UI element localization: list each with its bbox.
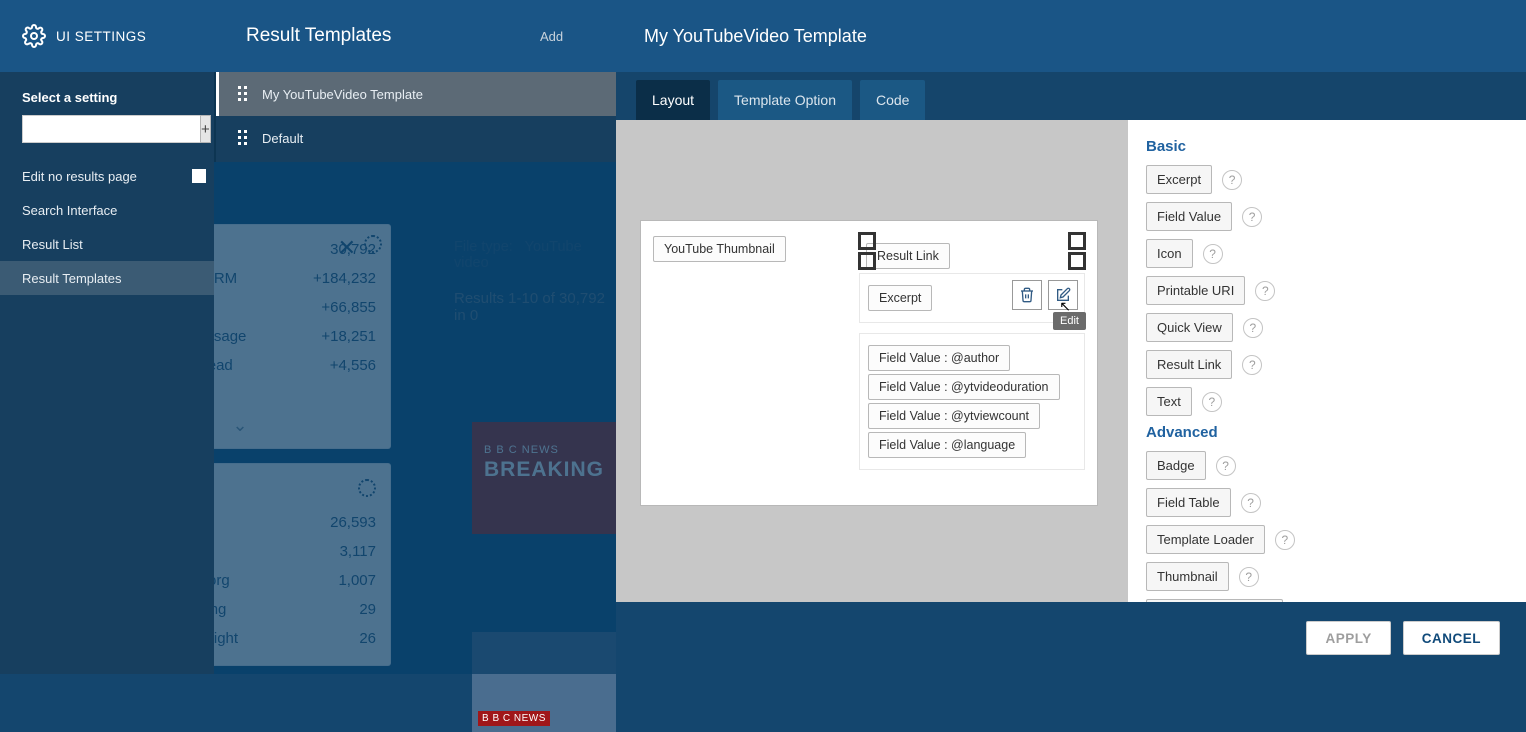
app-label: UI SETTINGS [56,29,146,44]
palette-row: Text? [1146,387,1508,416]
field-value-list: Field Value : @author Field Value : @ytvi… [859,333,1085,470]
cancel-button[interactable]: CANCEL [1403,621,1500,655]
help-icon[interactable]: ? [1242,355,1262,375]
palette-chip-result-link[interactable]: Result Link [1146,350,1232,379]
layout-canvas: YouTube Thumbnail Result Link Excerpt [616,120,1128,602]
palette-chip-icon[interactable]: Icon [1146,239,1193,268]
help-icon[interactable]: ? [1203,244,1223,264]
apply-button[interactable]: APPLY [1306,621,1390,655]
trash-icon [1019,287,1035,303]
template-item-label: Default [262,131,303,146]
field-value-component[interactable]: Field Value : @ytvideoduration [868,374,1060,400]
palette-chip-template-loader[interactable]: Template Loader [1146,525,1265,554]
gear-icon [22,24,46,48]
help-icon[interactable]: ? [1241,493,1261,513]
palette-basic-heading: Basic [1146,138,1508,155]
edit-button[interactable]: ↖ [1048,280,1078,310]
component-palette: Basic Excerpt?Field Value?Icon?Printable… [1128,120,1526,602]
select-setting-row: + [0,115,214,159]
app-brand: UI SETTINGS [0,24,214,48]
help-icon[interactable]: ? [1242,207,1262,227]
select-setting-label: Select a setting [0,90,214,115]
field-value-component[interactable]: Field Value : @ytviewcount [868,403,1040,429]
add-setting-button[interactable]: + [200,115,211,143]
tab-template-option[interactable]: Template Option [718,80,852,120]
field-value-component[interactable]: Field Value : @language [868,432,1026,458]
checkbox[interactable] [192,169,206,183]
editor-tabs: LayoutTemplate OptionCode [616,72,1526,120]
palette-chip-badge[interactable]: Badge [1146,451,1206,480]
thumb-tag: B B C NEWS [478,711,550,726]
header-drop-zone[interactable]: Result Link [859,233,1085,269]
top-bar: UI SETTINGS Result Templates Add My YouT… [0,0,1526,72]
palette-row: Template Loader? [1146,525,1508,554]
palette-chip-thumbnail[interactable]: Thumbnail [1146,562,1229,591]
settings-sidebar: Select a setting + Edit no results pageS… [0,72,214,674]
drag-handle-icon[interactable] [238,86,248,102]
help-icon[interactable]: ? [1216,456,1236,476]
add-template-link[interactable]: Add [540,29,563,44]
help-icon[interactable]: ? [1222,170,1242,190]
edit-tooltip: Edit [1053,312,1086,330]
editor-footer: APPLY CANCEL [616,602,1526,674]
palette-row: Field Value? [1146,202,1508,231]
section-title: Result Templates [214,25,474,47]
palette-row: Quick View? [1146,313,1508,342]
template-editor: LayoutTemplate OptionCode YouTube Thumbn… [616,72,1526,602]
palette-row: Result Link? [1146,350,1508,379]
template-list: My YouTubeVideo Template Default [214,72,616,162]
sidebar-item-edit-no-results-page[interactable]: Edit no results page [0,159,214,193]
help-icon[interactable]: ? [1275,530,1295,550]
youtube-thumbnail-component[interactable]: YouTube Thumbnail [653,236,786,262]
tab-layout[interactable]: Layout [636,80,710,120]
palette-chip-field-value[interactable]: Field Value [1146,202,1232,231]
sidebar-item-result-list[interactable]: Result List [0,227,214,261]
palette-chip-text[interactable]: Text [1146,387,1192,416]
palette-chip-printable-uri[interactable]: Printable URI [1146,276,1245,305]
palette-row: Field Table? [1146,488,1508,517]
palette-advanced-heading: Advanced [1146,424,1508,441]
help-icon[interactable]: ? [1202,392,1222,412]
delete-button[interactable] [1012,280,1042,310]
template-item[interactable]: Default [216,116,616,160]
excerpt-component[interactable]: Excerpt [868,285,932,311]
select-setting-input[interactable] [22,115,200,143]
tab-code[interactable]: Code [860,80,925,120]
template-card: YouTube Thumbnail Result Link Excerpt [640,220,1098,506]
excerpt-row[interactable]: Excerpt ↖ Edit [859,273,1085,323]
sidebar-item-result-templates[interactable]: Result Templates [0,261,214,295]
editor-title: My YouTubeVideo Template [644,26,867,47]
help-icon[interactable]: ? [1239,567,1259,587]
drag-handle-icon[interactable] [238,130,248,146]
help-icon[interactable]: ? [1243,318,1263,338]
template-item-label: My YouTubeVideo Template [262,87,423,102]
palette-row: Icon? [1146,239,1508,268]
sidebar-item-search-interface[interactable]: Search Interface [0,193,214,227]
palette-chip-field-table[interactable]: Field Table [1146,488,1231,517]
template-item[interactable]: My YouTubeVideo Template [216,72,616,116]
palette-chip-excerpt[interactable]: Excerpt [1146,165,1212,194]
palette-row: Printable URI? [1146,276,1508,305]
help-icon[interactable]: ? [1255,281,1275,301]
palette-chip-quick-view[interactable]: Quick View [1146,313,1233,342]
palette-row: Badge? [1146,451,1508,480]
result-link-component[interactable]: Result Link [866,243,950,269]
field-value-component[interactable]: Field Value : @author [868,345,1010,371]
palette-row: Excerpt? [1146,165,1508,194]
palette-row: Thumbnail? [1146,562,1508,591]
